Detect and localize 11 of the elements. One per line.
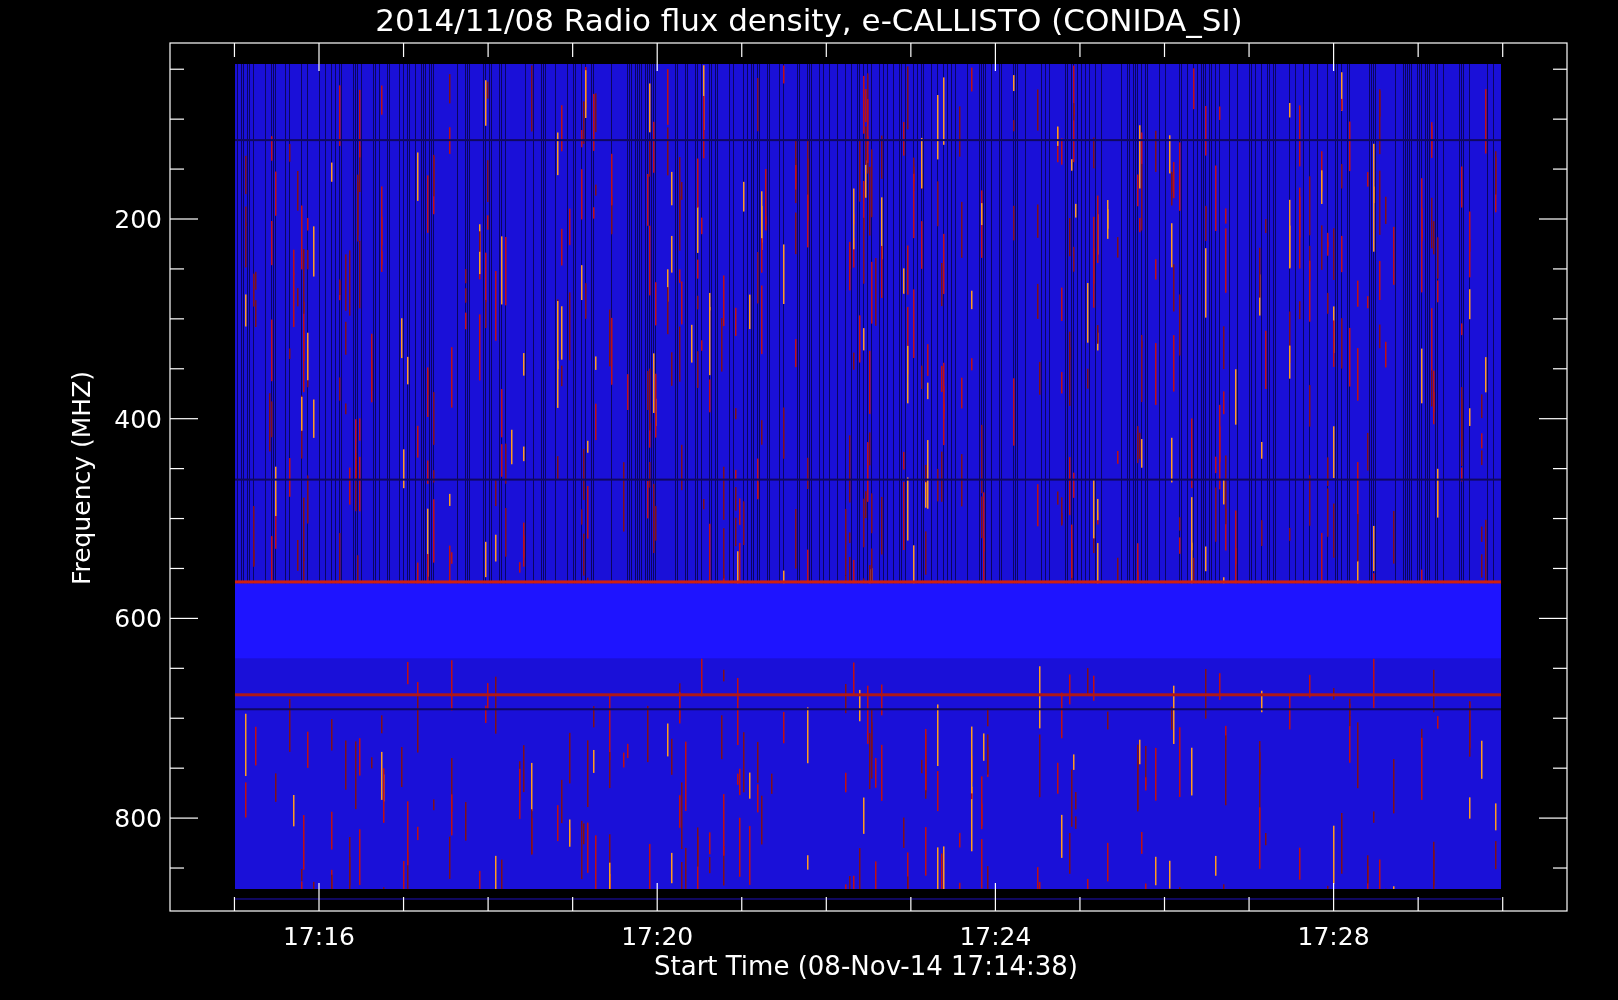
tick-label: 17:28 (1297, 922, 1370, 951)
axis-label: Start Time (08-Nov-14 17:14:38) (654, 951, 1078, 981)
tick-label: 400 (114, 404, 162, 434)
axis-label: Frequency (MHZ) (67, 370, 96, 586)
tick-label: 17:16 (283, 922, 355, 951)
tick-label: 800 (114, 804, 162, 834)
chart-title: 2014/11/08 Radio flux density, e-CALLISTO (CONIDA_SI) (375, 2, 1243, 38)
tick-label: 17:24 (959, 922, 1032, 951)
tick-label: 200 (114, 205, 162, 234)
tick-label: 17:20 (621, 922, 694, 951)
tick-label: 600 (114, 604, 162, 634)
